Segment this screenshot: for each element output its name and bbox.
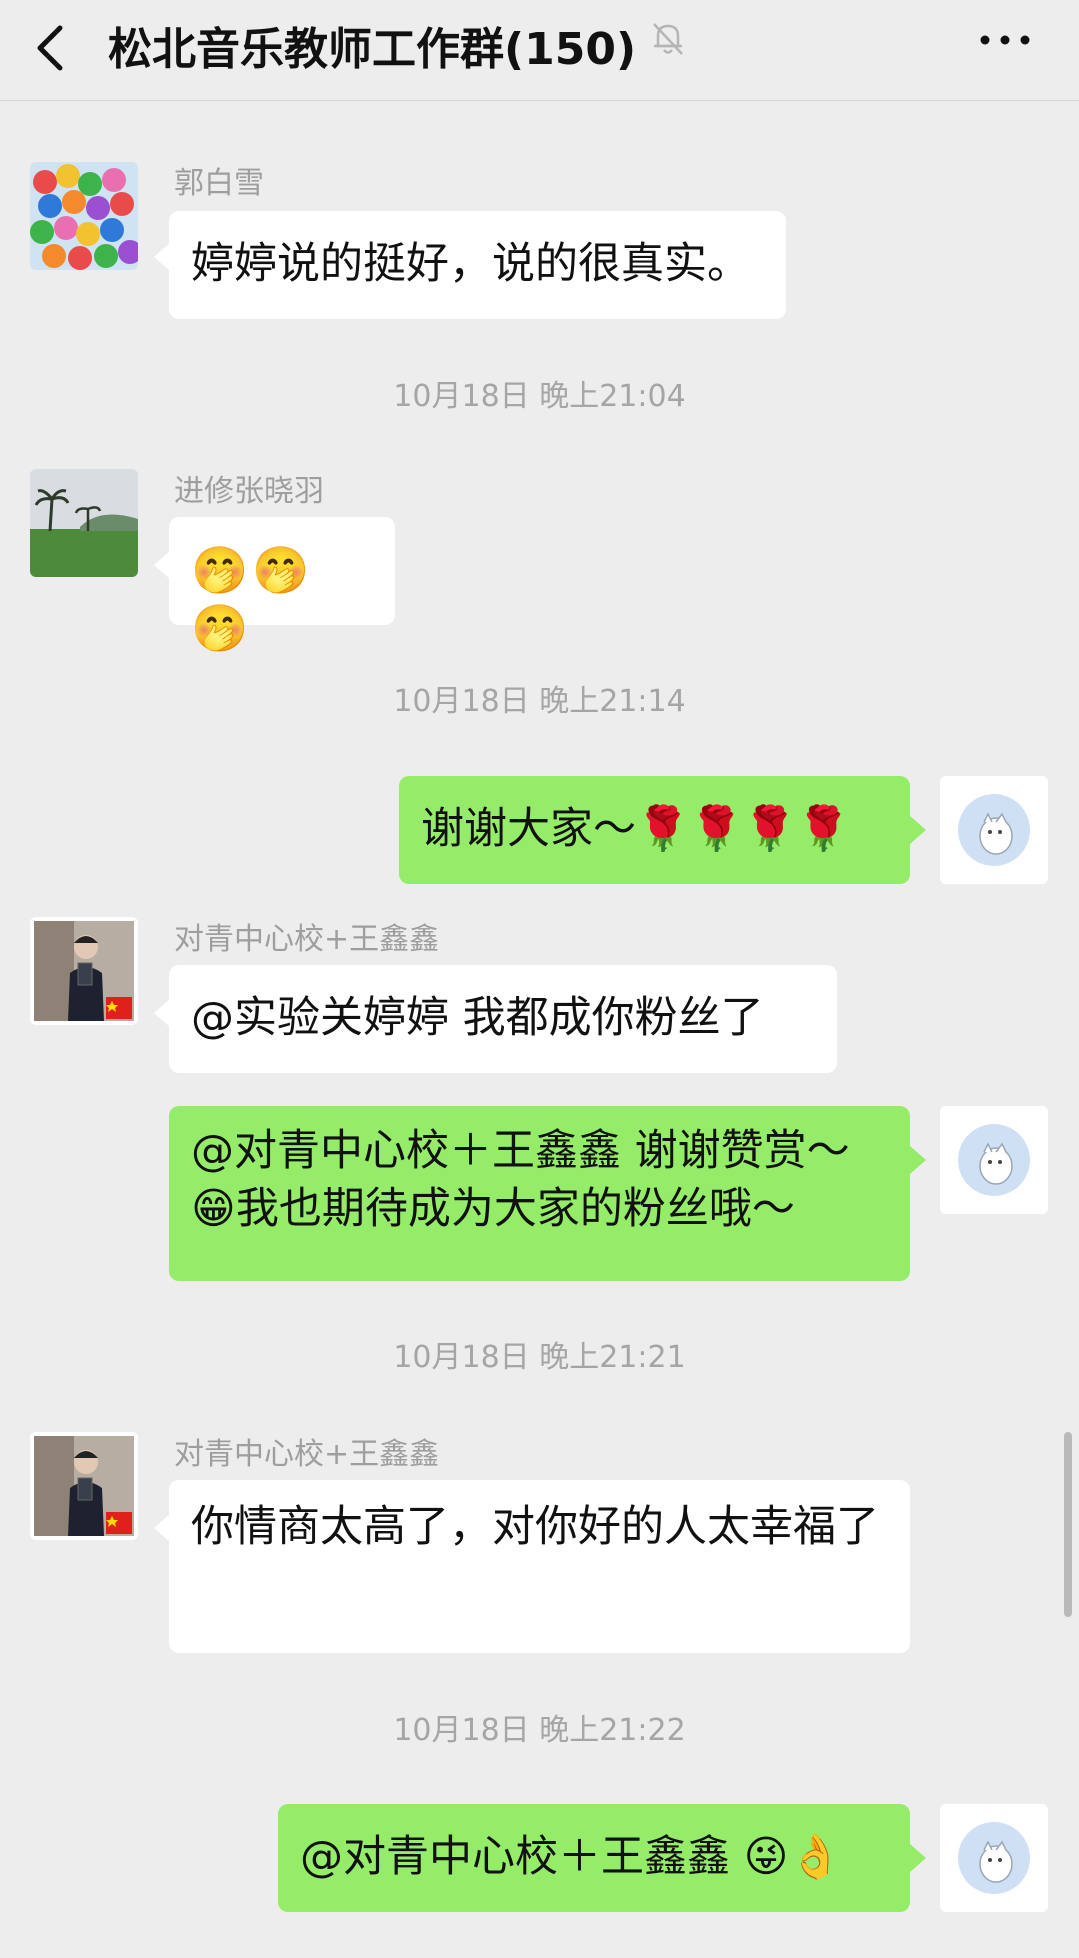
message-bubble[interactable]: 你情商太高了，对你好的人太幸福了 <box>169 1480 910 1653</box>
message-bubble[interactable]: 谢谢大家～🌹🌹🌹🌹 <box>399 776 910 884</box>
message-bubble[interactable]: 婷婷说的挺好，说的很真实。 <box>169 211 786 319</box>
chat-header: 松北音乐教师工作群(150) <box>0 0 1079 101</box>
sender-name: 对青中心校+王鑫鑫 <box>174 922 440 957</box>
avatar[interactable] <box>940 1804 1048 1912</box>
avatar[interactable] <box>30 469 138 577</box>
message-bubble[interactable]: @对青中心校＋王鑫鑫 谢谢赞赏～😁我也期待成为大家的粉丝哦～ <box>169 1106 910 1281</box>
avatar[interactable] <box>30 162 138 270</box>
timestamp: 10月18日 晚上21:21 <box>393 1340 686 1375</box>
back-chevron-icon[interactable] <box>30 18 70 78</box>
timestamp: 10月18日 晚上21:22 <box>393 1713 686 1748</box>
avatar[interactable] <box>940 776 1048 884</box>
timestamp: 10月18日 晚上21:04 <box>393 379 686 414</box>
sender-name: 对青中心校+王鑫鑫 <box>174 1437 440 1472</box>
sender-name: 郭白雪 <box>174 166 264 201</box>
sender-name: 进修张晓羽 <box>174 474 324 509</box>
message-bubble[interactable]: @对青中心校＋王鑫鑫 😜👌 <box>278 1804 910 1912</box>
more-dots-icon[interactable] <box>975 20 1035 60</box>
bell-muted-icon <box>653 23 683 55</box>
scrollbar[interactable] <box>1064 1432 1072 1617</box>
avatar[interactable] <box>940 1106 1048 1214</box>
message-bubble[interactable]: 🤭🤭🤭 <box>169 517 395 655</box>
message-bubble[interactable]: @实验关婷婷 我都成你粉丝了 <box>169 965 837 1073</box>
avatar[interactable] <box>30 1432 138 1540</box>
chat-title: 松北音乐教师工作群(150) <box>108 24 637 75</box>
timestamp: 10月18日 晚上21:14 <box>393 684 686 719</box>
avatar[interactable] <box>30 917 138 1025</box>
